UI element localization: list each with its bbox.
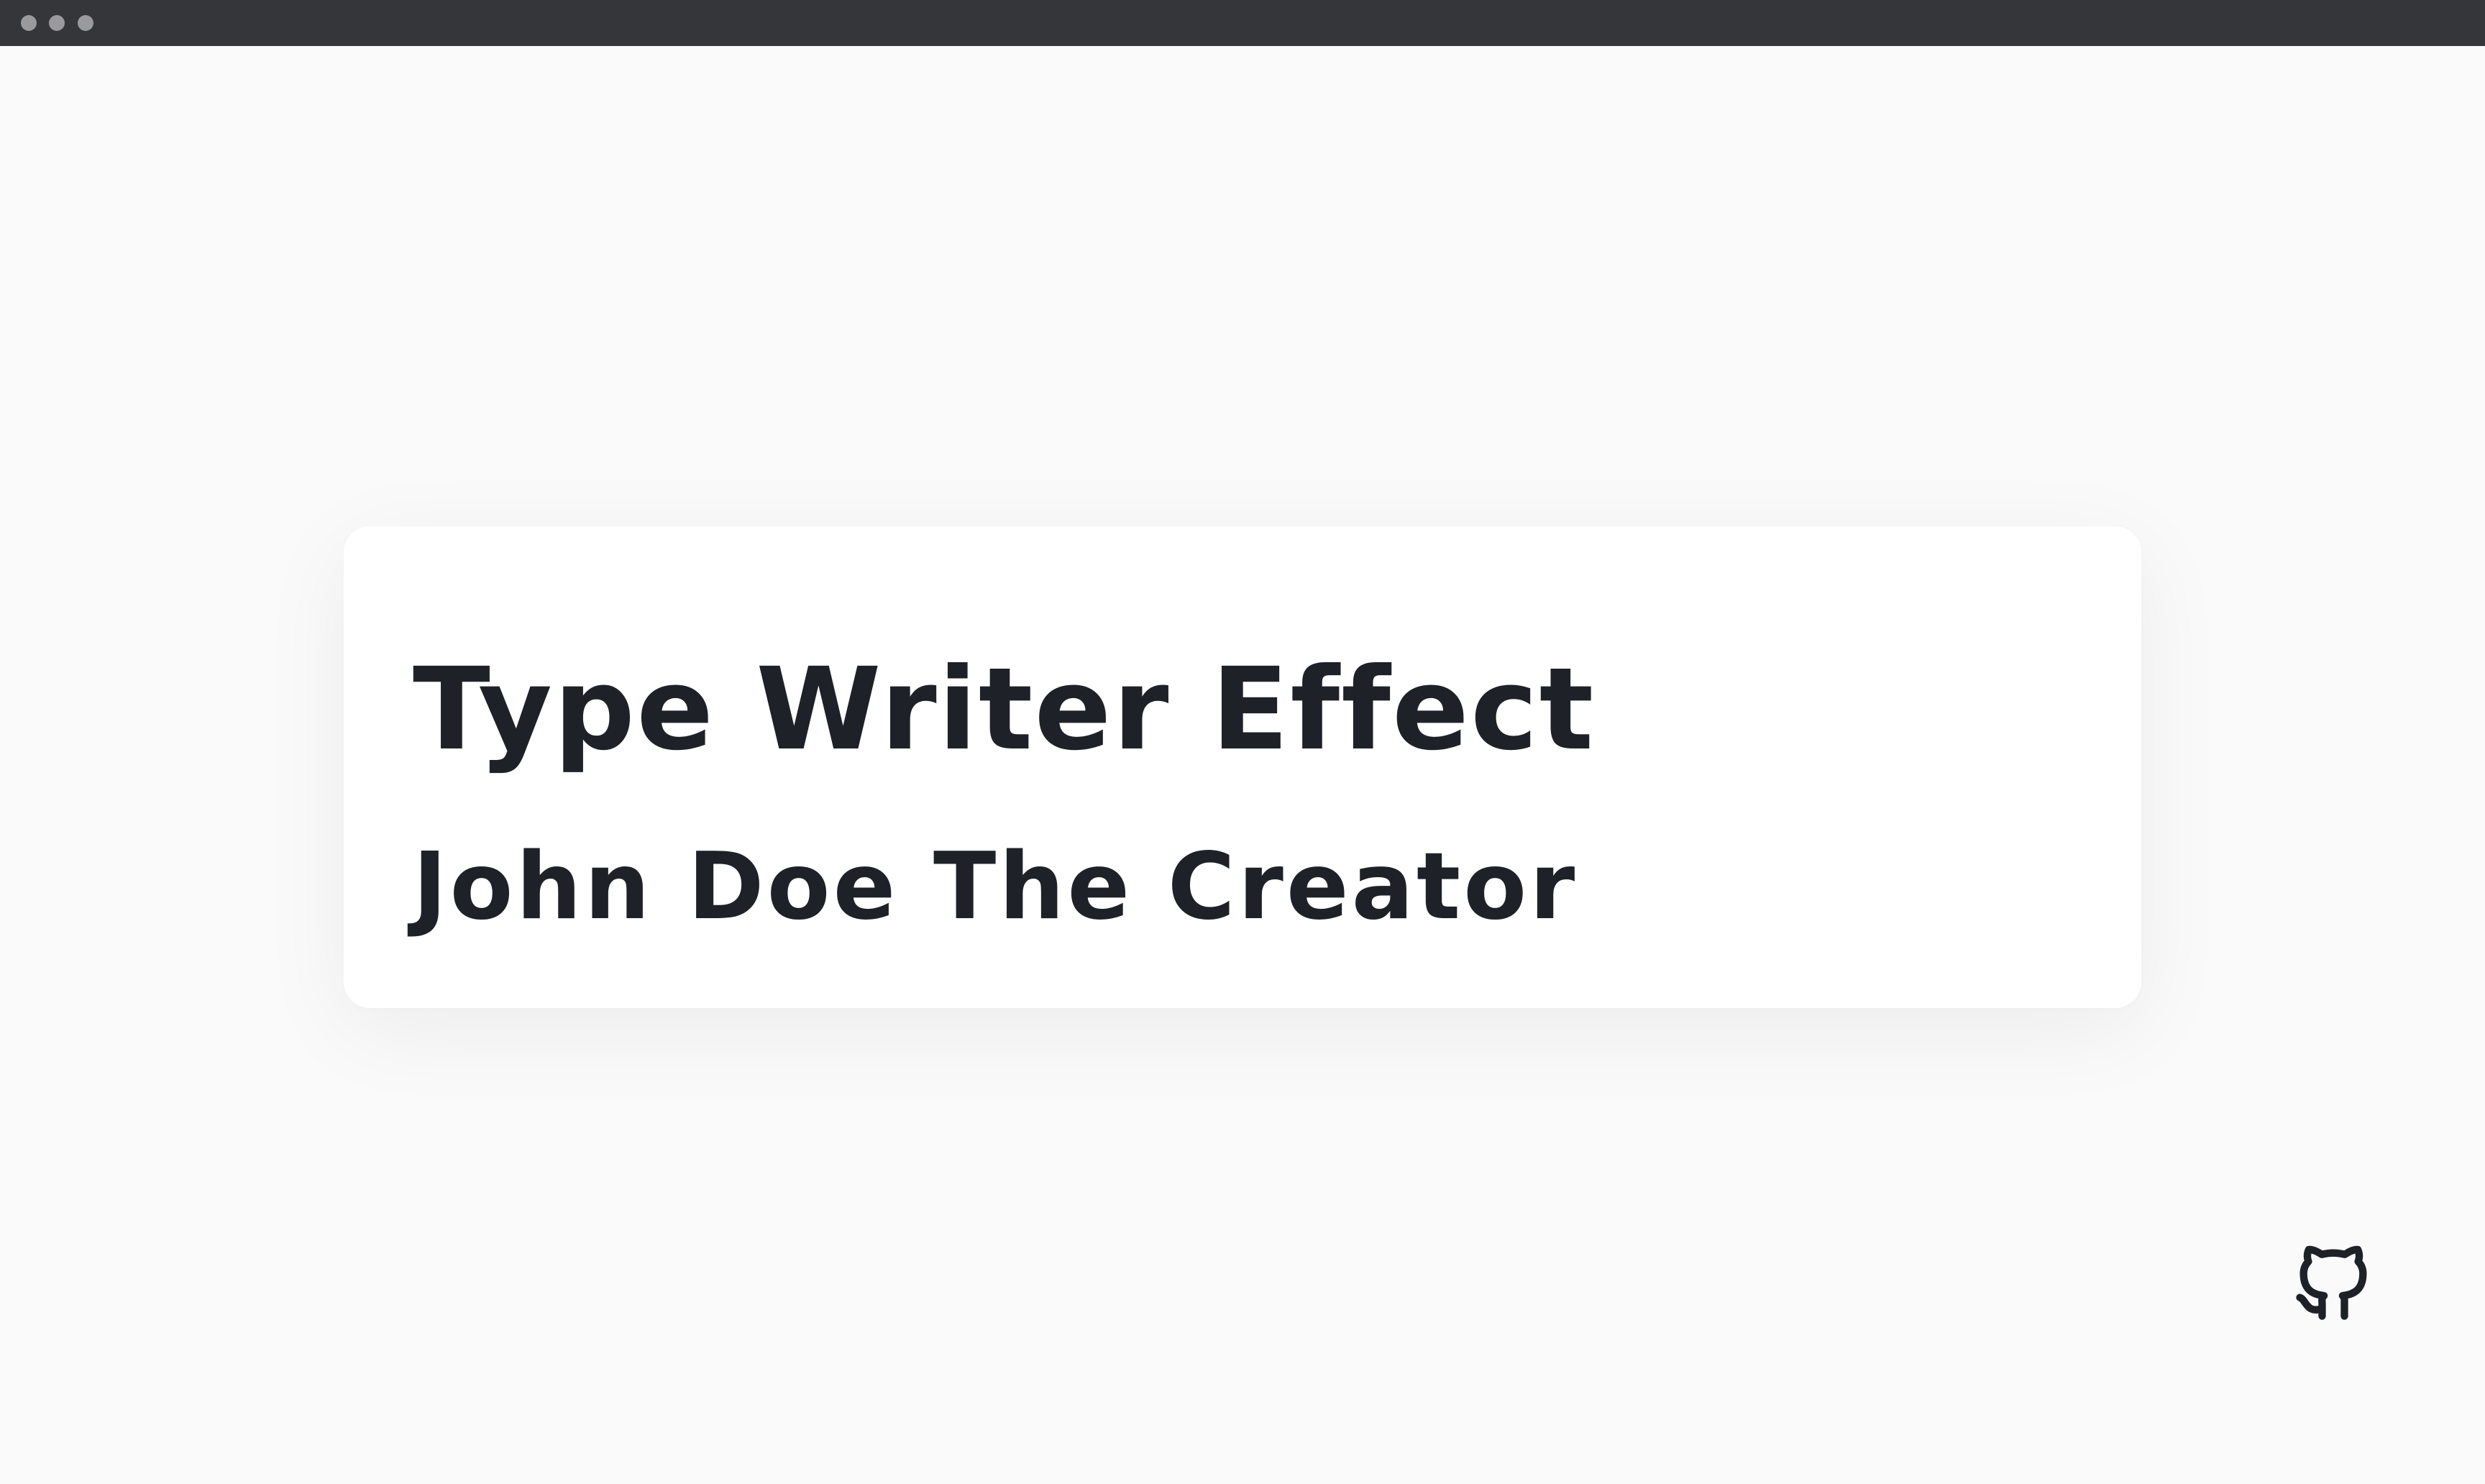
card-title: Type Writer Effect (413, 643, 1596, 776)
window-close-dot[interactable] (21, 15, 37, 31)
github-link[interactable] (2289, 1238, 2378, 1327)
typewriter-text: John Doe The Creator (413, 833, 1578, 940)
typewriter-card: Type Writer Effect John Doe The Creator (344, 526, 2141, 1008)
window-titlebar (0, 0, 2485, 46)
window-maximize-dot[interactable] (78, 15, 93, 31)
page-canvas: Type Writer Effect John Doe The Creator (0, 46, 2485, 1484)
github-icon (2296, 1245, 2367, 1320)
window-minimize-dot[interactable] (49, 15, 65, 31)
